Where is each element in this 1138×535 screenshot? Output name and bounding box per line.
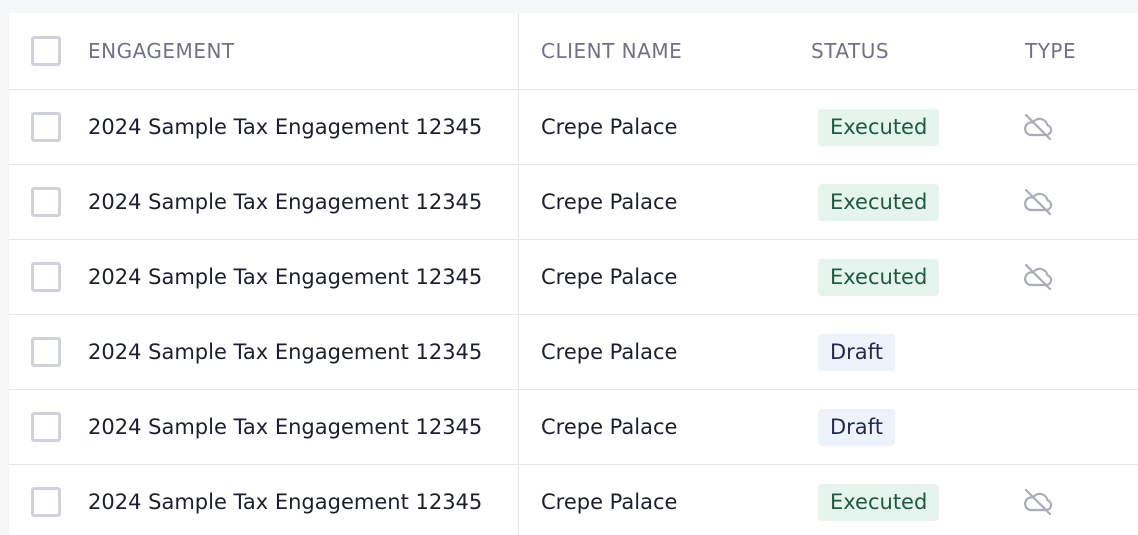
status-cell: Draft <box>818 390 895 464</box>
type-cell <box>1021 240 1055 314</box>
client-name: Crepe Palace <box>541 415 678 439</box>
table-header-row: ENGAGEMENT CLIENT NAME STATUS TYPE <box>9 13 1138 90</box>
engagement-name[interactable]: 2024 Sample Tax Engagement 12345 <box>88 165 482 239</box>
engagement-name[interactable]: 2024 Sample Tax Engagement 12345 <box>88 240 482 314</box>
header-client-name[interactable]: CLIENT NAME <box>541 13 682 89</box>
engagement-name[interactable]: 2024 Sample Tax Engagement 12345 <box>88 465 482 535</box>
client-name: Crepe Palace <box>541 265 678 289</box>
status-cell: Executed <box>818 240 940 314</box>
row-checkbox[interactable] <box>31 187 61 217</box>
row-checkbox[interactable] <box>31 337 61 367</box>
row-checkbox[interactable] <box>31 487 61 517</box>
client-name: Crepe Palace <box>541 190 678 214</box>
row-checkbox[interactable] <box>31 262 61 292</box>
status-cell: Draft <box>818 315 895 389</box>
cloud-off-icon <box>1021 260 1055 294</box>
status-badge-draft: Draft <box>818 408 895 446</box>
cloud-off-icon <box>1021 485 1055 519</box>
type-cell <box>1021 165 1055 239</box>
header-type[interactable]: TYPE <box>1025 13 1076 89</box>
status-badge-executed: Executed <box>818 183 940 221</box>
header-engagement[interactable]: ENGAGEMENT <box>88 13 235 89</box>
table-row[interactable]: 2024 Sample Tax Engagement 12345 Crepe P… <box>9 390 1138 465</box>
table-row[interactable]: 2024 Sample Tax Engagement 12345 Crepe P… <box>9 165 1138 240</box>
table-row[interactable]: 2024 Sample Tax Engagement 12345 Crepe P… <box>9 90 1138 165</box>
header-status[interactable]: STATUS <box>811 13 889 89</box>
client-name: Crepe Palace <box>541 490 678 514</box>
table-row[interactable]: 2024 Sample Tax Engagement 12345 Crepe P… <box>9 315 1138 390</box>
table-row[interactable]: 2024 Sample Tax Engagement 12345 Crepe P… <box>9 240 1138 315</box>
status-cell: Executed <box>818 165 940 239</box>
type-cell <box>1021 465 1055 535</box>
engagement-name[interactable]: 2024 Sample Tax Engagement 12345 <box>88 390 482 464</box>
select-all-checkbox[interactable] <box>31 36 61 66</box>
cloud-off-icon <box>1021 185 1055 219</box>
client-name: Crepe Palace <box>541 340 678 364</box>
engagement-name[interactable]: 2024 Sample Tax Engagement 12345 <box>88 90 482 164</box>
status-cell: Executed <box>818 90 940 164</box>
status-cell: Executed <box>818 465 940 535</box>
engagements-table: ENGAGEMENT CLIENT NAME STATUS TYPE 2024 … <box>9 13 1138 535</box>
row-checkbox[interactable] <box>31 412 61 442</box>
status-badge-executed: Executed <box>818 108 940 146</box>
cloud-off-icon <box>1021 110 1055 144</box>
status-badge-executed: Executed <box>818 258 940 296</box>
row-checkbox[interactable] <box>31 112 61 142</box>
table-row[interactable]: 2024 Sample Tax Engagement 12345 Crepe P… <box>9 465 1138 535</box>
status-badge-draft: Draft <box>818 333 895 371</box>
status-badge-executed: Executed <box>818 483 940 521</box>
engagement-name[interactable]: 2024 Sample Tax Engagement 12345 <box>88 315 482 389</box>
type-cell <box>1021 90 1055 164</box>
client-name: Crepe Palace <box>541 115 678 139</box>
